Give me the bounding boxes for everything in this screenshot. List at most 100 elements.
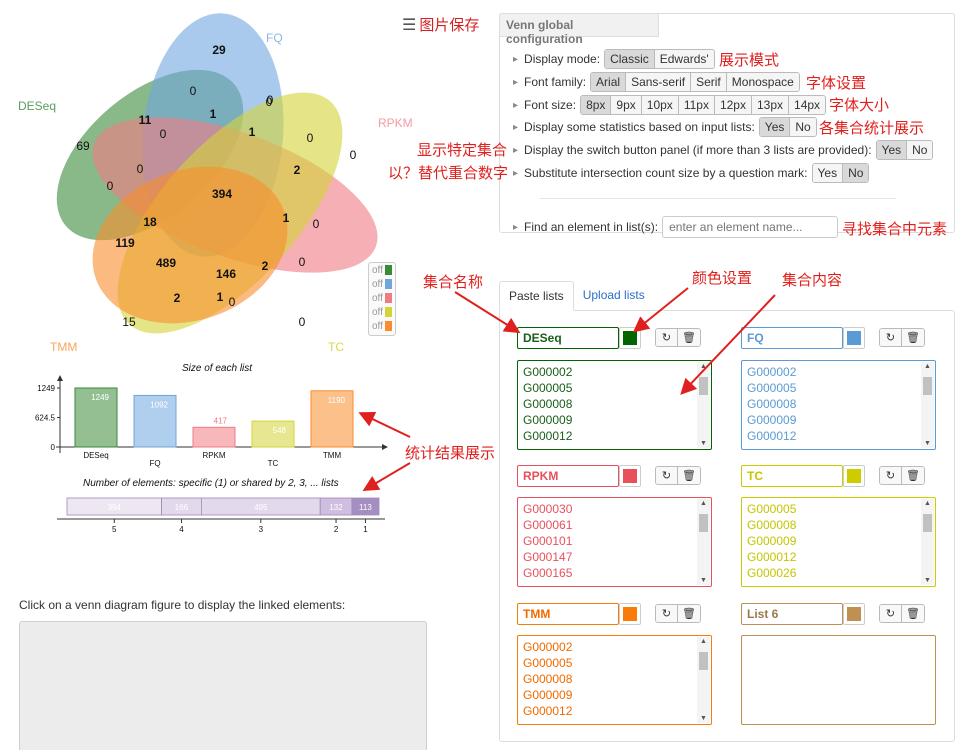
list-name-input[interactable] [741, 603, 843, 625]
venn-count[interactable]: 489 [156, 256, 176, 270]
font-size-10[interactable]: 10px [641, 96, 679, 114]
venn-count[interactable]: 0 [266, 95, 273, 109]
venn-count[interactable]: 0 [313, 217, 320, 231]
color-picker[interactable] [843, 603, 865, 625]
trash-icon[interactable]: 🗑︎ [902, 605, 924, 622]
scroll-down-icon[interactable]: ▼ [700, 715, 707, 722]
statistics-yes[interactable]: Yes [759, 118, 791, 136]
venn-count[interactable]: 0 [350, 148, 357, 162]
venn-count[interactable]: 18 [143, 215, 157, 229]
scroll-thumb[interactable] [699, 652, 708, 670]
venn-count[interactable]: 0 [299, 315, 306, 329]
font-size-9[interactable]: 9px [611, 96, 642, 114]
venn-count[interactable]: 0 [307, 131, 314, 145]
venn-count[interactable]: 2 [294, 163, 301, 177]
font-size-11[interactable]: 11px [678, 96, 715, 114]
scroll-thumb[interactable] [923, 377, 932, 395]
venn-count[interactable]: 0 [299, 255, 306, 269]
font-size-13[interactable]: 13px [751, 96, 790, 114]
trash-icon[interactable]: 🗑︎ [678, 605, 700, 622]
font-size-8[interactable]: 8px [581, 96, 612, 114]
substitute-no[interactable]: No [843, 164, 869, 182]
venn-count[interactable]: 1 [283, 211, 290, 225]
list-content-box[interactable]: G000002 G000005 G000008 G000009 G000012 ▲ ▼ [517, 635, 712, 725]
venn-count[interactable]: 0 [229, 295, 236, 309]
scroll-up-icon[interactable]: ▲ [700, 363, 707, 370]
list-name-input[interactable] [741, 465, 843, 487]
list-name-input[interactable] [517, 465, 619, 487]
scroll-up-icon[interactable]: ▲ [700, 500, 707, 507]
venn-count[interactable]: 0 [137, 162, 144, 176]
set-toggle-panel[interactable]: off off off off off [368, 262, 396, 336]
venn-count[interactable]: 119 [115, 236, 135, 250]
tab-upload-lists[interactable]: Upload lists [574, 281, 654, 311]
list-content-box[interactable] [741, 635, 936, 725]
font-serif[interactable]: Serif [691, 73, 727, 91]
trash-icon[interactable]: 🗑︎ [902, 467, 924, 484]
toggle-deseq[interactable]: off [369, 263, 395, 277]
refresh-icon[interactable]: ↻ [880, 605, 902, 622]
refresh-icon[interactable]: ↻ [880, 329, 902, 346]
color-picker[interactable] [619, 603, 641, 625]
list-name-input[interactable] [517, 327, 619, 349]
venn-count[interactable]: 0 [107, 179, 114, 193]
list-content-box[interactable]: G000005 G000008 G000009 G000012 G000026 ▲ ▼ [741, 497, 936, 587]
venn-diagram[interactable]: 290011 1069010020394018 1 01194891462 02 1 015… [0, 0, 400, 360]
venn-count[interactable]: 2 [262, 259, 269, 273]
scroll-thumb[interactable] [923, 514, 932, 532]
toggle-tmm[interactable]: off [369, 319, 395, 333]
color-picker[interactable] [619, 465, 641, 487]
list-content-box[interactable]: G000002 G000005 G000008 G000009 G000012 ▲ ▼ [517, 360, 712, 450]
scrollbar[interactable]: ▲ ▼ [921, 362, 934, 448]
display-mode-edwards[interactable]: Edwards' [654, 50, 714, 68]
scroll-thumb[interactable] [699, 377, 708, 395]
toggle-rpkm[interactable]: off [369, 291, 395, 305]
venn-count[interactable]: 11 [139, 113, 152, 127]
scrollbar[interactable]: ▲ ▼ [697, 637, 710, 723]
statistics-no[interactable]: No [790, 118, 816, 136]
list-content-box[interactable]: G000002 G000005 G000008 G000009 G000012 ▲ ▼ [741, 360, 936, 450]
scroll-down-icon[interactable]: ▼ [924, 440, 931, 447]
font-arial[interactable]: Arial [591, 73, 627, 91]
venn-count[interactable]: 0 [190, 84, 197, 98]
venn-count[interactable]: 2 [174, 291, 181, 305]
trash-icon[interactable]: 🗑︎ [902, 329, 924, 346]
font-size-14[interactable]: 14px [789, 96, 826, 114]
venn-count[interactable]: 1 [217, 290, 224, 304]
venn-count[interactable]: 69 [76, 139, 90, 153]
tab-paste-lists[interactable]: Paste lists [499, 281, 574, 311]
refresh-icon[interactable]: ↻ [880, 467, 902, 484]
scroll-up-icon[interactable]: ▲ [924, 363, 931, 370]
display-mode-classic[interactable]: Classic [605, 50, 655, 68]
scroll-down-icon[interactable]: ▼ [924, 577, 931, 584]
linked-elements-box[interactable] [19, 621, 427, 750]
refresh-icon[interactable]: ↻ [656, 467, 678, 484]
scroll-down-icon[interactable]: ▼ [700, 577, 707, 584]
venn-count[interactable]: 1 [210, 107, 217, 121]
toggle-tc[interactable]: off [369, 305, 395, 319]
color-picker[interactable] [619, 327, 641, 349]
font-sans-serif[interactable]: Sans-serif [626, 73, 692, 91]
color-picker[interactable] [843, 327, 865, 349]
list-content-box[interactable]: G000030 G000061 G000101 G000147 G000165 ▲ ▼ [517, 497, 712, 587]
scrollbar[interactable]: ▲ ▼ [921, 499, 934, 585]
venn-count[interactable]: 29 [212, 43, 226, 57]
config-tab[interactable]: Venn global configuration [499, 13, 659, 46]
font-monospace[interactable]: Monospace [726, 73, 799, 91]
list-name-input[interactable] [517, 603, 619, 625]
scroll-up-icon[interactable]: ▲ [924, 500, 931, 507]
save-image-button[interactable]: ☰ 图片保存 [402, 14, 479, 35]
refresh-icon[interactable]: ↻ [656, 329, 678, 346]
venn-count[interactable]: 146 [216, 267, 236, 281]
scroll-thumb[interactable] [699, 514, 708, 532]
font-size-12[interactable]: 12px [714, 96, 752, 114]
scroll-down-icon[interactable]: ▼ [700, 440, 707, 447]
list-name-input[interactable] [741, 327, 843, 349]
scroll-up-icon[interactable]: ▲ [700, 638, 707, 645]
switch-panel-yes[interactable]: Yes [876, 141, 908, 159]
venn-count[interactable]: 394 [212, 187, 232, 201]
venn-count[interactable]: 1 [249, 125, 256, 139]
find-element-input[interactable] [662, 216, 839, 238]
venn-count[interactable]: 15 [122, 315, 136, 329]
venn-count[interactable]: 0 [160, 127, 167, 141]
